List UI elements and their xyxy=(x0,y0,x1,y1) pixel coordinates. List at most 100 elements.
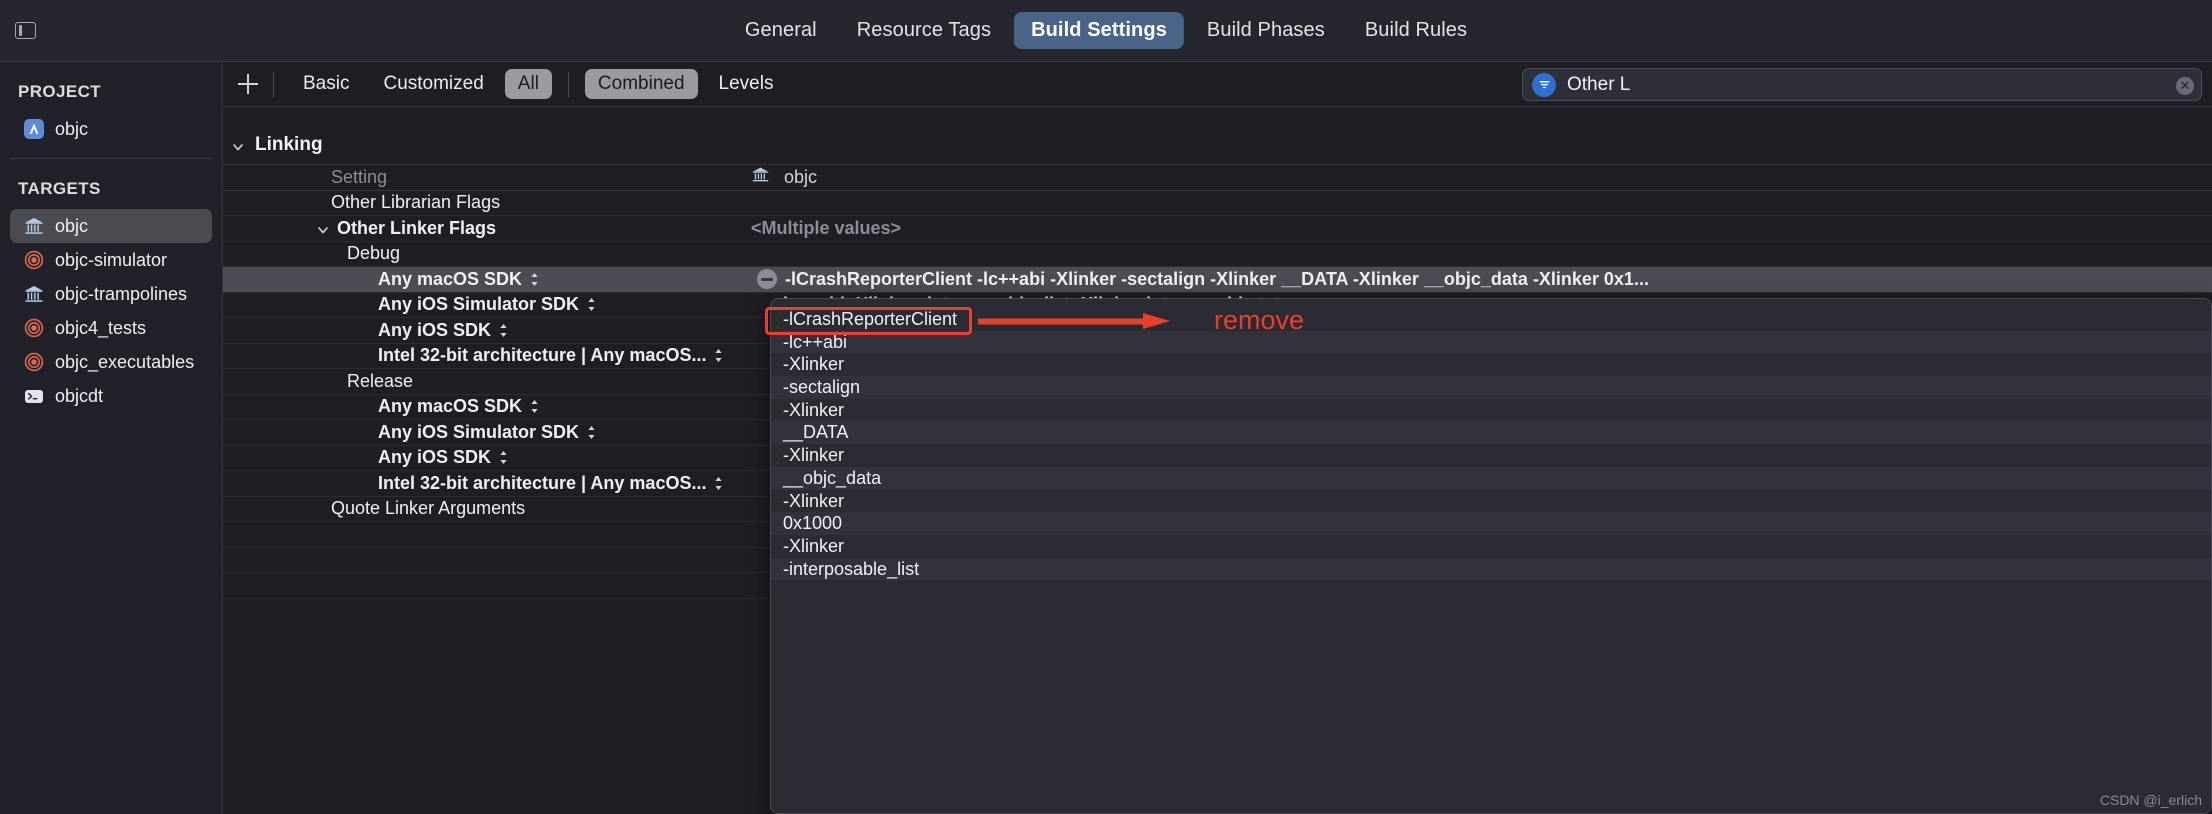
project-section-label: PROJECT xyxy=(18,82,102,101)
bullseye-icon xyxy=(23,317,45,339)
project-navigator-sidebar: PROJECT objc TARGETS objc objc-simulator… xyxy=(0,62,223,814)
table-column-header: Setting objc xyxy=(223,165,2212,191)
sidebar-item-label: objc xyxy=(55,118,89,139)
tab-resource-tags[interactable]: Resource Tags xyxy=(840,12,1008,49)
popup-item-6[interactable]: -Xlinker xyxy=(771,444,2211,467)
tab-build-rules[interactable]: Build Rules xyxy=(1348,12,1484,49)
setting-name: Intel 32-bit architecture | Any macOS... xyxy=(223,473,751,494)
sidebar-item-target-objc-executables[interactable]: objc_executables xyxy=(10,345,212,379)
column-header-target: objc xyxy=(751,165,2212,189)
linker-flags-popup[interactable]: -lCrashReporterClient -lc++abi -Xlinker … xyxy=(770,298,2212,814)
top-toolbar: General Resource Tags Build Settings Bui… xyxy=(0,0,2212,62)
annotation-arrow-icon xyxy=(978,313,1170,329)
popup-item-11[interactable]: -interposable_list xyxy=(771,557,2211,581)
column-header-setting: Setting xyxy=(331,166,388,187)
search-field[interactable]: Other L ✕ xyxy=(1522,68,2202,101)
table-row[interactable]: Any macOS SDK -lCrashReporterClient -lc+… xyxy=(223,267,2212,293)
stepper-icon[interactable] xyxy=(586,296,597,313)
setting-name-label: Any iOS SDK xyxy=(378,319,492,340)
setting-name-label: Any macOS SDK xyxy=(378,396,523,417)
popup-item-8[interactable]: -Xlinker xyxy=(771,490,2211,513)
sidebar-item-target-objc-trampolines[interactable]: objc-trampolines xyxy=(10,277,212,311)
setting-name-label: Any iOS Simulator SDK xyxy=(378,421,580,442)
popup-item-5[interactable]: __DATA xyxy=(771,421,2211,445)
setting-name: Other Linker Flags xyxy=(223,218,751,239)
setting-value[interactable]: <Multiple values> xyxy=(751,218,2212,239)
sidebar-item-label: objc xyxy=(55,215,89,236)
table-row[interactable]: Other Librarian Flags xyxy=(223,191,2212,216)
sidebar-item-target-objc[interactable]: objc xyxy=(10,209,212,243)
setting-name: Any macOS SDK xyxy=(223,396,751,417)
app-icon xyxy=(23,118,45,140)
popup-item-9[interactable]: 0x1000 xyxy=(771,512,2211,535)
stepper-icon[interactable] xyxy=(586,424,597,441)
sidebar-toggle-button[interactable] xyxy=(10,17,40,45)
tab-build-settings[interactable]: Build Settings xyxy=(1014,12,1184,49)
setting-name: Any macOS SDK xyxy=(223,269,751,290)
sidebar-item-project-objc[interactable]: objc xyxy=(10,112,212,146)
tab-build-phases[interactable]: Build Phases xyxy=(1190,12,1342,49)
stepper-icon[interactable] xyxy=(498,322,509,339)
library-icon xyxy=(23,215,45,237)
editor-tab-bar: General Resource Tags Build Settings Bui… xyxy=(728,12,1484,49)
setting-name-label: Any macOS SDK xyxy=(378,268,523,289)
settings-group-linking[interactable]: Linking xyxy=(223,125,2212,165)
popup-item-10[interactable]: -Xlinker xyxy=(771,535,2211,558)
bullseye-icon xyxy=(23,351,45,373)
filter-levels[interactable]: Levels xyxy=(706,69,787,99)
stepper-icon[interactable] xyxy=(498,449,509,466)
setting-name-label: Intel 32-bit architecture | Any macOS... xyxy=(378,345,707,366)
setting-name: Intel 32-bit architecture | Any macOS... xyxy=(223,345,751,366)
filter-basic[interactable]: Basic xyxy=(290,69,362,99)
library-icon xyxy=(23,283,45,305)
table-row[interactable]: Other Linker Flags <Multiple values> xyxy=(223,216,2212,242)
popup-item-4[interactable]: -Xlinker xyxy=(771,399,2211,422)
setting-name-label: Intel 32-bit architecture | Any macOS... xyxy=(378,472,707,493)
table-row: Debug xyxy=(223,242,2212,267)
toolbar-separator xyxy=(273,71,274,97)
chevron-down-icon xyxy=(231,138,245,152)
stepper-icon[interactable] xyxy=(713,475,724,492)
stepper-icon[interactable] xyxy=(529,271,540,288)
sidebar-item-target-objcdt[interactable]: objcdt xyxy=(10,379,212,413)
sidebar-item-label: objc4_tests xyxy=(55,317,147,338)
setting-name: Other Librarian Flags xyxy=(331,192,501,213)
clear-icon[interactable]: ✕ xyxy=(2176,77,2194,95)
setting-name: Any iOS SDK xyxy=(223,447,751,468)
library-icon xyxy=(751,165,770,189)
search-input[interactable]: Other L xyxy=(1567,74,1630,96)
bullseye-icon xyxy=(23,249,45,271)
popup-item-7[interactable]: __objc_data xyxy=(771,466,2211,490)
setting-name-label: Any iOS Simulator SDK xyxy=(378,294,580,315)
filter-combined[interactable]: Combined xyxy=(584,69,698,99)
stepper-icon[interactable] xyxy=(529,398,540,415)
sidebar-item-target-objc-simulator[interactable]: objc-simulator xyxy=(10,243,212,277)
sidebar-item-label: objc-trampolines xyxy=(55,283,188,304)
popup-item-3[interactable]: -sectalign xyxy=(771,376,2211,399)
sidebar-item-label: objc_executables xyxy=(55,351,195,372)
sidebar-item-label: objc-simulator xyxy=(55,249,168,270)
setting-value[interactable]: -lCrashReporterClient -lc++abi -Xlinker … xyxy=(751,269,2212,290)
add-setting-button[interactable] xyxy=(235,71,261,97)
sidebar-item-target-objc4-tests[interactable]: objc4_tests xyxy=(10,311,212,345)
setting-name: Any iOS Simulator SDK xyxy=(223,422,751,443)
remove-value-button[interactable] xyxy=(757,269,777,290)
build-settings-filter-bar: Basic Customized All Combined Levels Oth… xyxy=(223,62,2212,107)
sidebar-toggle-icon xyxy=(14,22,36,39)
filter-customized[interactable]: Customized xyxy=(370,69,496,99)
filter-all[interactable]: All xyxy=(504,69,552,99)
popup-item-2[interactable]: -Xlinker xyxy=(771,353,2211,376)
setting-name-label: Any iOS SDK xyxy=(378,447,492,468)
setting-name: Any iOS SDK xyxy=(223,320,751,341)
setting-name: Any iOS Simulator SDK xyxy=(223,294,751,315)
group-title: Linking xyxy=(255,133,323,155)
setting-value-text: -lCrashReporterClient -lc++abi -Xlinker … xyxy=(785,268,1649,289)
annotation-remove-label: remove xyxy=(1214,305,1305,335)
setting-name-label: Other Linker Flags xyxy=(337,217,497,238)
popup-item-1[interactable]: -lc++abi xyxy=(771,330,2211,354)
tab-general[interactable]: General xyxy=(728,12,834,49)
targets-section-label: TARGETS xyxy=(18,179,101,198)
watermark: CSDN @i_erlich xyxy=(2099,792,2202,808)
stepper-icon[interactable] xyxy=(713,347,724,364)
chevron-down-icon[interactable] xyxy=(316,221,330,235)
